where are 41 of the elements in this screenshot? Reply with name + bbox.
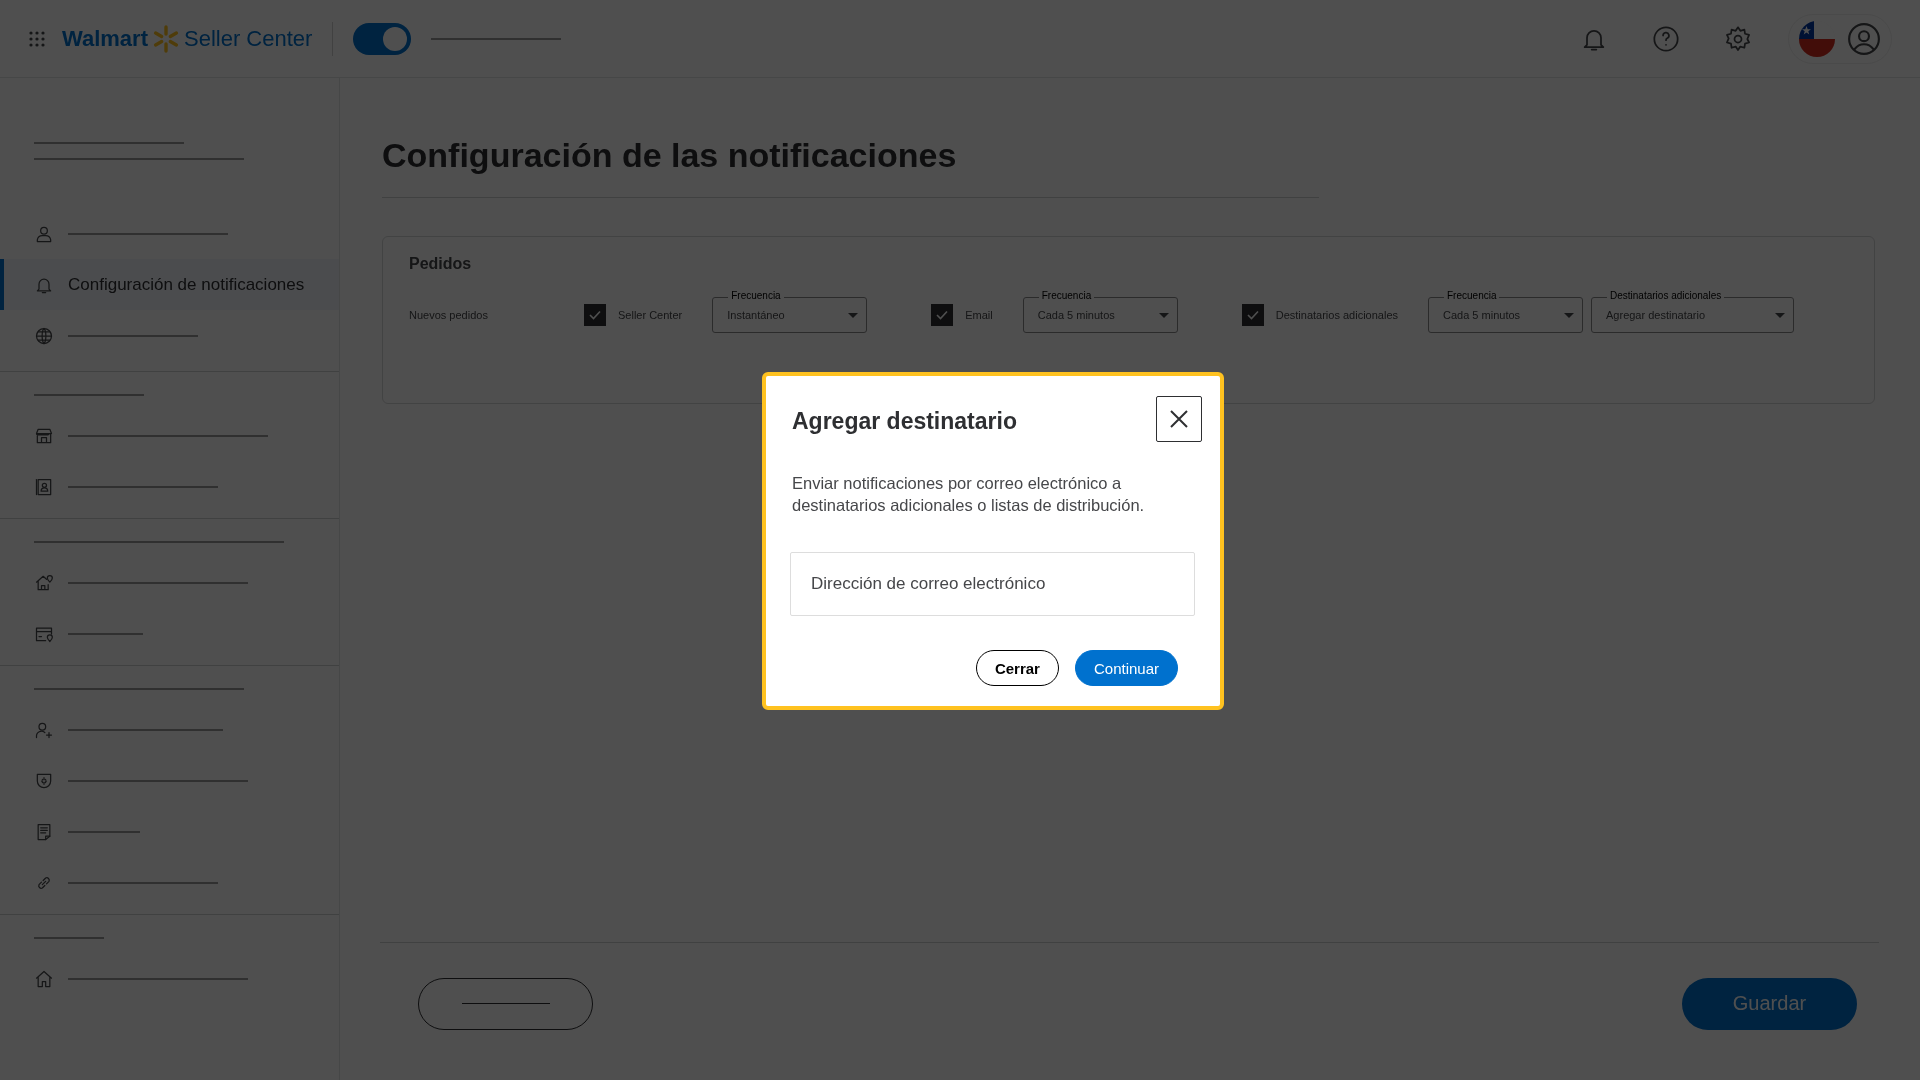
continue-button[interactable]: Continuar: [1074, 650, 1178, 686]
account-icon[interactable]: [1847, 21, 1881, 56]
contact-book-icon: [34, 476, 54, 497]
field-label: Frecuencia: [1444, 290, 1500, 302]
dialog-title: Agregar destinatario: [792, 407, 1017, 435]
toggle-switch[interactable]: [353, 22, 412, 55]
secondary-button[interactable]: [418, 977, 593, 1030]
field-label: Frecuencia: [1038, 290, 1095, 302]
cancel-button[interactable]: Cerrar: [975, 650, 1059, 686]
sidebar-item[interactable]: Configuración de notificaciones: [0, 259, 339, 310]
house-pin-icon: [34, 572, 54, 593]
check-icon: [1245, 308, 1260, 322]
email-input[interactable]: Dirección de correo electrónico: [790, 552, 1195, 616]
question-icon: [1652, 24, 1680, 53]
check-icon: [935, 308, 950, 322]
gear-icon: [1724, 24, 1752, 53]
close-icon: [1168, 408, 1190, 430]
page-title: Configuración de las notificaciones: [382, 136, 1319, 198]
check-icon: [588, 308, 602, 322]
dialog-text: Enviar notificaciones por correo electrónico a destinatarios adicionales o listas de distribución.: [792, 473, 1146, 516]
row-label: Nuevos pedidos: [409, 309, 489, 321]
settings-icon[interactable]: [1724, 24, 1752, 53]
brand-name: Walmart: [62, 25, 148, 52]
spark-icon: [152, 24, 180, 53]
save-button[interactable]: Guardar: [1682, 977, 1857, 1030]
channel-label: Email: [965, 309, 993, 321]
checkbox[interactable]: [584, 304, 606, 326]
avatar-icon: [1847, 21, 1881, 56]
checkbox[interactable]: [1241, 304, 1264, 326]
home-icon: [34, 968, 54, 989]
flag-icon[interactable]: [1799, 20, 1835, 57]
apps-grid-icon[interactable]: [28, 29, 46, 48]
field-label: Frecuencia: [728, 290, 784, 302]
globe-icon: [34, 325, 54, 346]
product-name: Seller Center: [184, 25, 313, 52]
section-title: Pedidos: [409, 255, 473, 273]
close-button[interactable]: [1156, 396, 1202, 442]
channel-label: Destinatarios adicionales: [1275, 309, 1398, 321]
checkbox[interactable]: [931, 304, 954, 326]
field-label: Destinatarios adicionales: [1607, 290, 1725, 302]
help-icon[interactable]: [1652, 24, 1680, 53]
